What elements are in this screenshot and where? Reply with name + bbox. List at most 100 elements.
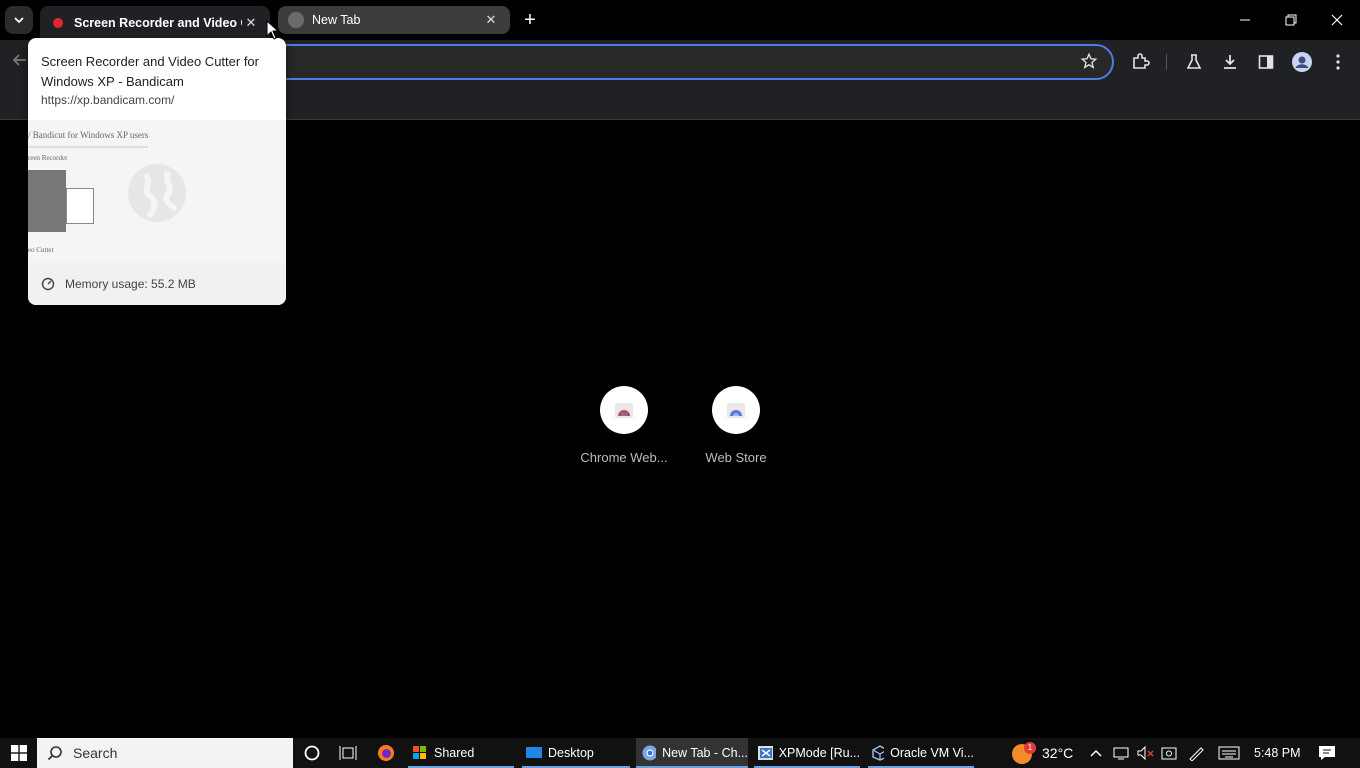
extensions-icon[interactable] <box>1130 52 1150 72</box>
toolbar-separator <box>1166 54 1167 70</box>
close-window-button[interactable] <box>1314 0 1360 40</box>
taskbar-item-label: Desktop <box>548 746 594 760</box>
bookmark-star-icon[interactable] <box>1080 52 1098 75</box>
preview-heading: / Bandicut for Windows XP users <box>28 130 149 140</box>
virtualbox-icon <box>872 745 885 761</box>
tab-strip: Screen Recorder and Video Cutter for Win… <box>0 0 1360 40</box>
task-view-button[interactable] <box>338 738 358 768</box>
taskbar-item-shared[interactable]: Shared <box>408 738 514 768</box>
address-bar[interactable] <box>270 44 1114 80</box>
clock[interactable]: 5:48 PM <box>1254 738 1301 768</box>
download-icon[interactable] <box>1220 52 1240 72</box>
desktop-icon <box>526 747 542 758</box>
preview-globe-icon <box>128 164 186 222</box>
chrome-icon <box>642 745 657 761</box>
taskbar-item-label: New Tab - Ch... <box>662 746 748 760</box>
cortana-button[interactable] <box>302 738 322 768</box>
network-tray-icon[interactable] <box>1113 738 1129 768</box>
weather-temperature: 32°C <box>1042 745 1074 761</box>
restore-button[interactable] <box>1268 0 1314 40</box>
screen-capture-tray-icon[interactable] <box>1161 738 1179 768</box>
restore-icon <box>1285 14 1297 26</box>
back-arrow-icon <box>12 54 26 66</box>
minimize-button[interactable] <box>1222 0 1268 40</box>
web-store-icon <box>727 403 745 418</box>
shortcut-web-store[interactable]: Web Store <box>680 386 792 465</box>
search-icon <box>47 746 62 761</box>
preview-window <box>66 188 94 224</box>
cortana-circle-icon <box>304 745 320 761</box>
keyboard-tray-icon[interactable] <box>1218 738 1240 768</box>
close-tab-icon[interactable]: ✕ <box>482 11 500 29</box>
preview-text-line <box>28 146 148 148</box>
taskbar-item-label: XPMode [Ru... <box>778 746 860 760</box>
close-tab-icon[interactable]: ✕ <box>242 14 260 32</box>
sun-icon: 1 <box>1012 742 1036 764</box>
shortcut-label: Web Store <box>705 450 767 465</box>
taskbar-item-desktop[interactable]: Desktop <box>522 738 630 768</box>
shortcut-tile <box>712 386 760 434</box>
xpmode-icon <box>758 746 773 760</box>
tab-search-button[interactable] <box>5 6 33 34</box>
side-panel-icon[interactable] <box>1256 52 1276 72</box>
globe-icon <box>288 12 304 28</box>
search-placeholder: Search <box>73 745 118 761</box>
firefox-icon <box>378 745 394 761</box>
taskbar-item-oracle-vm[interactable]: Oracle VM Vi... <box>868 738 974 768</box>
chrome-web-store-icon <box>615 403 633 418</box>
tab-hover-card: Screen Recorder and Video Cutter for Win… <box>28 38 286 305</box>
taskbar: Search Shared Desktop New Tab - Ch... XP… <box>0 738 1360 768</box>
pen-tray-icon[interactable] <box>1188 738 1206 768</box>
preview-subheading: eo Cutter <box>28 246 54 254</box>
task-view-icon <box>339 746 357 760</box>
mouse-cursor-icon <box>266 20 280 40</box>
hover-card-title: Screen Recorder and Video Cutter for Win… <box>41 54 259 89</box>
taskbar-item-label: Oracle VM Vi... <box>890 746 974 760</box>
new-tab-button[interactable]: + <box>518 8 542 32</box>
network-icon <box>1113 747 1129 760</box>
back-button[interactable] <box>12 52 28 73</box>
bandicam-favicon-icon <box>50 15 66 31</box>
preview-screenshot <box>28 170 66 232</box>
chevron-down-icon <box>14 17 24 24</box>
weather-widget[interactable]: 1 32°C <box>1012 738 1073 768</box>
taskbar-item-xpmode[interactable]: XPMode [Ru... <box>754 738 860 768</box>
memory-usage-text: Memory usage: 55.2 MB <box>65 277 196 291</box>
keyboard-icon <box>1218 746 1240 760</box>
shortcut-tile <box>600 386 648 434</box>
camera-icon <box>1161 747 1177 760</box>
taskbar-item-new-tab-chrome[interactable]: New Tab - Ch... <box>636 738 748 768</box>
screen: Screen Recorder and Video Cutter for Win… <box>0 0 1360 768</box>
hover-card-url: https://xp.bandicam.com/ <box>41 93 175 107</box>
shortcut-chrome-web[interactable]: Chrome Web... <box>568 386 680 465</box>
pen-icon <box>1189 747 1204 761</box>
notification-icon <box>1319 746 1335 760</box>
menu-kebab-icon[interactable] <box>1328 52 1348 72</box>
taskbar-item-label: Shared <box>434 746 475 760</box>
hover-card-footer: Memory usage: 55.2 MB <box>28 263 286 305</box>
tab-title: Screen Recorder and Video Cutter for Win… <box>74 16 242 30</box>
tab-bandicam[interactable]: Screen Recorder and Video Cutter for Win… <box>40 6 270 40</box>
notifications-button[interactable] <box>1318 738 1336 768</box>
shortcut-label: Chrome Web... <box>580 450 668 465</box>
speaker-muted-icon <box>1137 746 1154 760</box>
show-hidden-icons-button[interactable] <box>1090 738 1102 768</box>
start-button[interactable] <box>6 738 32 768</box>
chevron-up-icon <box>1090 749 1102 757</box>
hover-card-preview: / Bandicut for Windows XP users reen Rec… <box>28 120 286 263</box>
taskbar-search-input[interactable]: Search <box>37 738 293 768</box>
xp-folder-icon <box>413 746 426 759</box>
firefox-taskbar-button[interactable] <box>376 738 396 768</box>
clock-time: 5:48 PM <box>1254 746 1301 760</box>
volume-tray-icon[interactable] <box>1137 738 1155 768</box>
weather-badge: 1 <box>1024 742 1036 754</box>
preview-subheading: reen Recorder <box>28 154 68 162</box>
close-icon <box>1331 14 1343 26</box>
windows-logo-icon <box>11 745 27 761</box>
tab-new-tab[interactable]: New Tab ✕ <box>278 6 510 34</box>
tab-title: New Tab <box>312 13 361 27</box>
minimize-icon <box>1240 19 1250 21</box>
labs-flask-icon[interactable] <box>1184 52 1204 72</box>
profile-avatar-icon[interactable] <box>1292 52 1312 72</box>
memory-gauge-icon <box>41 277 55 291</box>
